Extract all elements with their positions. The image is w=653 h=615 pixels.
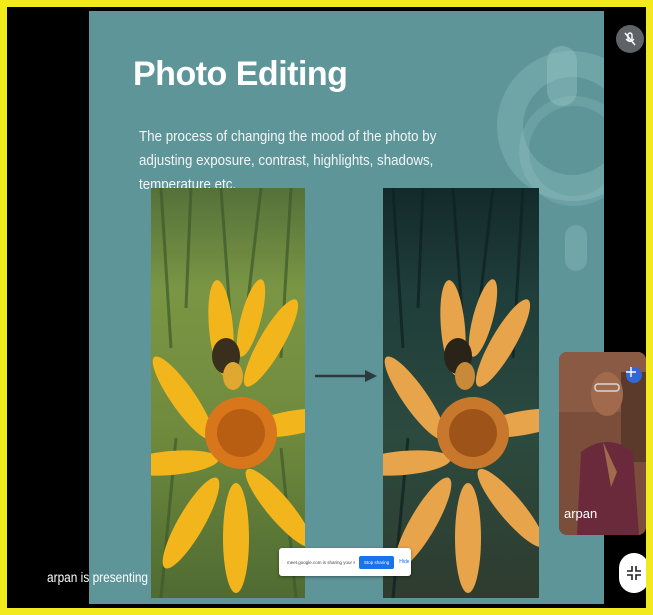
edited-photo xyxy=(383,188,539,598)
scrollbar-thumb[interactable] xyxy=(648,167,651,205)
hide-notification-link[interactable]: Hide xyxy=(399,559,409,565)
presentation-slide: Photo Editing The process of changing th… xyxy=(89,11,604,604)
meet-stage: Photo Editing The process of changing th… xyxy=(7,7,651,608)
share-notification-text: meet.google.com is sharing your screen. xyxy=(287,559,355,565)
slide-decoration-pill-small xyxy=(565,225,587,271)
stop-sharing-button[interactable]: Stop sharing xyxy=(359,555,395,569)
slide-decoration-pill xyxy=(547,46,577,106)
presenting-status: arpan is presenting xyxy=(47,570,149,585)
screen-share-notification: meet.google.com is sharing your screen. … xyxy=(279,548,411,576)
collapse-icon[interactable] xyxy=(619,553,649,593)
original-photo xyxy=(151,188,305,598)
mic-off-icon[interactable] xyxy=(616,25,644,53)
participant-name: arpan xyxy=(564,506,598,521)
move-tile-icon[interactable] xyxy=(626,367,642,383)
comparison-arrow xyxy=(315,370,377,382)
slide-description: The process of changing the mood of the … xyxy=(139,129,437,193)
slide-title: Photo Editing xyxy=(133,55,348,93)
participant-tile[interactable]: arpan xyxy=(559,352,646,535)
